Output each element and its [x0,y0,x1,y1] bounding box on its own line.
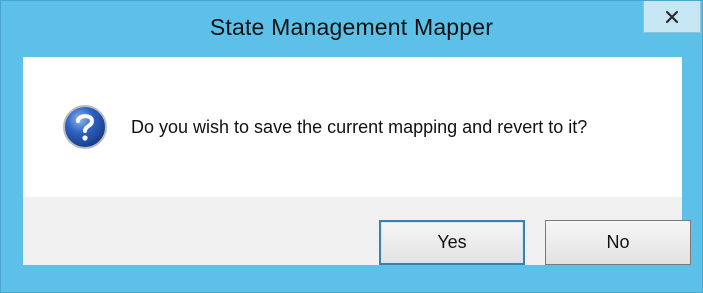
dialog-message: Do you wish to save the current mapping … [131,117,588,137]
title-bar[interactable]: State Management Mapper [1,1,702,57]
question-icon [62,104,108,150]
dialog-client-area: Do you wish to save the current mapping … [23,57,691,265]
no-button-label: No [606,232,630,252]
yes-button-label: Yes [437,232,467,252]
message-area: Do you wish to save the current mapping … [23,57,682,197]
yes-button[interactable]: Yes [379,220,525,265]
close-icon [665,10,679,24]
close-button[interactable] [643,1,701,33]
dialog-window: State Management Mapper Do you wish to s… [0,0,703,293]
window-title: State Management Mapper [209,14,494,40]
no-button[interactable]: No [545,220,691,265]
